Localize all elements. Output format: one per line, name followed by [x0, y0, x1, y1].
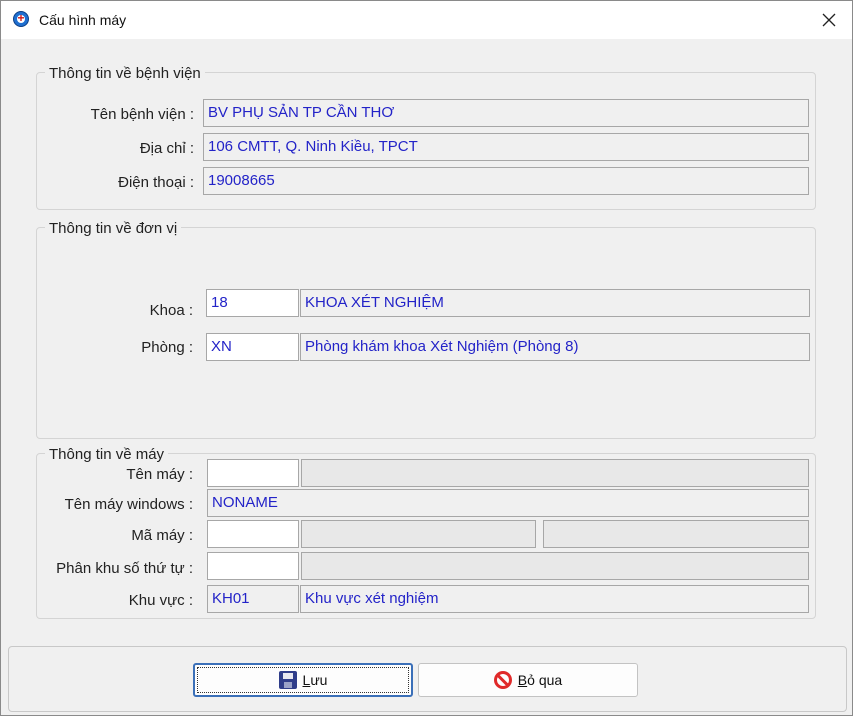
hospital-name-field[interactable]: BV PHỤ SẢN TP CẦN THƠ — [203, 99, 809, 127]
machine-group-title: Thông tin về máy — [45, 446, 169, 463]
cancel-button[interactable]: Bỏ qua — [418, 663, 638, 697]
machine-code-field[interactable] — [207, 520, 299, 548]
windows-name-field[interactable]: NONAME — [207, 489, 809, 517]
machine-code-label: Mã máy : — [131, 527, 193, 544]
title-bar: Cấu hình máy — [1, 1, 852, 39]
close-icon — [822, 13, 836, 27]
unit-group-title: Thông tin về đơn vị — [45, 220, 182, 237]
floppy-disk-icon — [278, 671, 297, 689]
machine-name-label: Tên máy : — [126, 466, 193, 483]
close-button[interactable] — [806, 1, 852, 39]
config-dialog: Cấu hình máy Thông tin về bệnh viện Tên … — [0, 0, 853, 716]
cancel-button-label: Bỏ qua — [517, 672, 563, 688]
hospital-name-label: Tên bệnh viện : — [90, 106, 194, 123]
address-field[interactable]: 106 CMTT, Q. Ninh Kiều, TPCT — [203, 133, 809, 161]
queue-zone-desc-field[interactable] — [301, 552, 809, 580]
save-button-label: Lưu — [302, 672, 328, 688]
room-name-field[interactable]: Phòng khám khoa Xét Nghiệm (Phòng 8) — [300, 333, 810, 361]
room-label: Phòng : — [141, 339, 193, 356]
save-button[interactable]: Lưu — [193, 663, 413, 697]
phone-label: Điện thoại : — [118, 174, 194, 191]
area-code-field[interactable]: KH01 — [207, 585, 299, 613]
hospital-group-title: Thông tin về bệnh viện — [45, 65, 205, 82]
queue-zone-label: Phân khu số thứ tự : — [56, 560, 193, 577]
queue-zone-code-field[interactable] — [207, 552, 299, 580]
room-code-field[interactable]: XN — [206, 333, 299, 361]
machine-code-extra1-field[interactable] — [301, 520, 536, 548]
dept-label: Khoa : — [149, 302, 193, 319]
phone-field[interactable]: 19008665 — [203, 167, 809, 195]
machine-name-code-field[interactable] — [207, 459, 299, 487]
window-title: Cấu hình máy — [39, 12, 127, 28]
windows-name-label: Tên máy windows : — [64, 496, 193, 513]
area-name-field[interactable]: Khu vực xét nghiệm — [300, 585, 809, 613]
dept-name-field[interactable]: KHOA XÉT NGHIỆM — [300, 289, 810, 317]
dept-code-field[interactable]: 18 — [206, 289, 299, 317]
address-label: Địa chỉ : — [139, 140, 194, 157]
machine-code-extra2-field[interactable] — [543, 520, 809, 548]
machine-name-desc-field[interactable] — [301, 459, 809, 487]
no-entry-icon — [493, 671, 512, 689]
hospital-icon — [13, 11, 29, 27]
area-label: Khu vực : — [128, 592, 193, 609]
